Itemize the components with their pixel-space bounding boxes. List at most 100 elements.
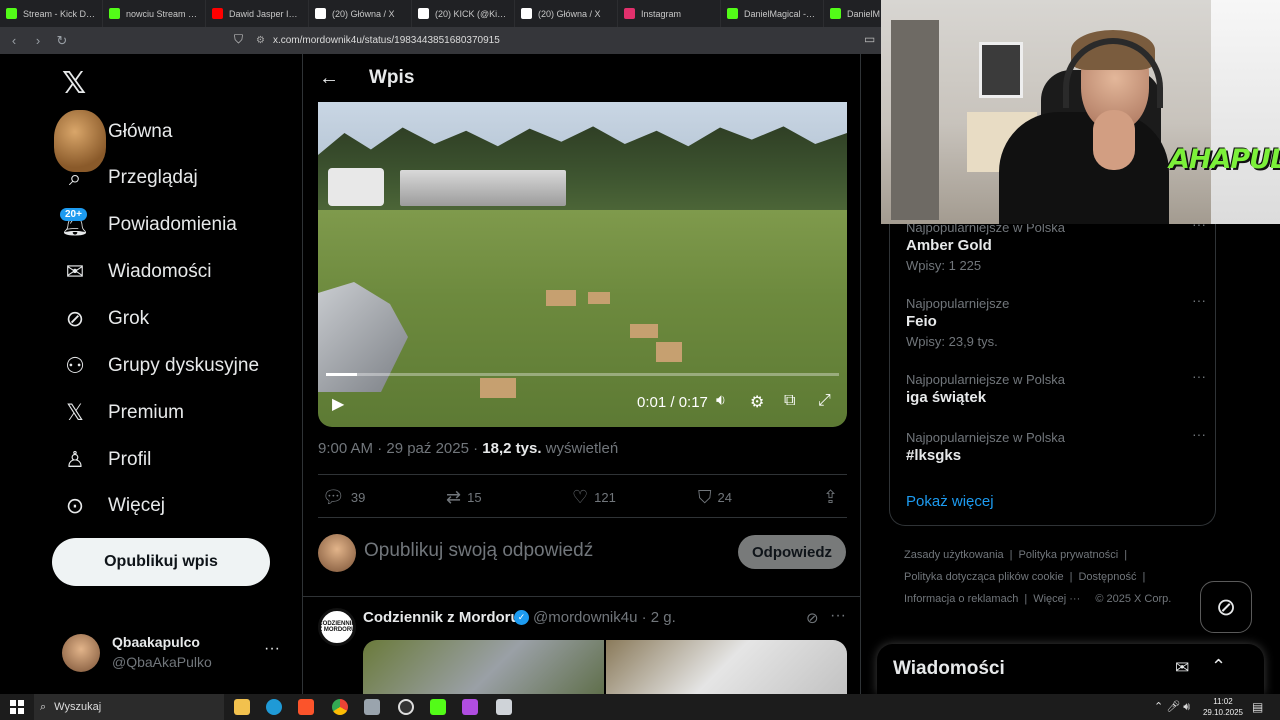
system-tray-icons[interactable]: ⌃ 🎤︎ 🔊︎	[1154, 700, 1190, 714]
browser-tab[interactable]: (20) Główna / X	[309, 0, 412, 27]
back-arrow-icon[interactable]: ←	[319, 67, 347, 90]
app-icon[interactable]	[462, 699, 478, 715]
nav-item-person[interactable]: ♙ Profil	[62, 440, 151, 480]
pip-icon[interactable]: ⧉	[784, 392, 795, 410]
nav-item-grok[interactable]: ⊘ Grok	[62, 299, 149, 339]
avatar[interactable]: CODZIENNIK Z MORDORU	[318, 608, 356, 646]
clock-time: 11:02	[1213, 697, 1233, 706]
reply-action[interactable]: 💬︎ 39	[322, 487, 365, 508]
grok-icon: ⊘	[65, 306, 85, 331]
separator: |	[1142, 571, 1146, 583]
reload-icon[interactable]: ↻	[52, 31, 72, 51]
x-logo-icon[interactable]: 𝕏	[62, 66, 86, 101]
more-icon[interactable]: ···	[830, 607, 846, 625]
windows-start-icon[interactable]	[10, 700, 24, 714]
kick-app-icon[interactable]	[430, 699, 446, 715]
video-controls: ▶ 0:01 / 0:17 🔉︎ ⚙ ⧉ ⤢	[318, 386, 847, 420]
browser-tab[interactable]: Stream - Kick Dashb	[0, 0, 103, 27]
post-author-name[interactable]: Codziennik z Mordoru	[363, 609, 520, 626]
bookmark-action[interactable]: ⛉ 24	[698, 487, 732, 508]
mail-icon: ✉	[65, 259, 85, 284]
bookmark-icon[interactable]: ⛉	[234, 32, 243, 47]
post-timestamp[interactable]: 9:00 AM · 29 paź 2025 ·	[318, 440, 482, 457]
settings-icon[interactable]: ⚙	[750, 392, 764, 412]
browser-tab[interactable]: (20) KICK (@KickStr	[412, 0, 515, 27]
grok-icon[interactable]: ⊘	[806, 609, 819, 627]
obs-icon[interactable]	[398, 699, 414, 715]
nav-item-mail[interactable]: ✉ Wiadomości	[62, 252, 212, 292]
nav-item-communities[interactable]: ⚇ Grupy dyskusyjne	[62, 346, 259, 386]
new-message-icon[interactable]: ✉	[1175, 658, 1189, 678]
site-info-icon[interactable]: ⚙	[256, 35, 265, 46]
like-action[interactable]: ♡ 121	[572, 487, 616, 508]
play-icon[interactable]: ▶	[332, 394, 344, 414]
streamer-body	[999, 112, 1169, 224]
nav-item-bell[interactable]: 🔔︎ Powiadomienia	[61, 205, 237, 245]
reply-input[interactable]: Opublikuj swoją odpowiedź	[364, 540, 593, 562]
messages-title: Wiadomości	[893, 658, 1005, 679]
account-switcher[interactable]: Qbaakapulco @QbaAkaPulko ···	[62, 632, 292, 676]
media-image	[363, 640, 604, 694]
share-action[interactable]: ⇪	[823, 487, 838, 508]
trend-item[interactable]: Najpopularniejsze w Polska iga świątek ···	[906, 368, 1206, 406]
nav-item-more-circle[interactable]: ⊙ Więcej	[62, 486, 165, 526]
brave-icon[interactable]	[298, 699, 314, 715]
nav-item-x-premium[interactable]: 𝕏 Premium	[62, 393, 184, 433]
nav-item-label: Profil	[108, 449, 152, 470]
forward-icon[interactable]: ›	[28, 31, 48, 51]
file-explorer-icon[interactable]	[234, 699, 250, 715]
more-icon[interactable]: ···	[1192, 292, 1206, 308]
taskbar-clock[interactable]: 11:02 29.10.2025	[1198, 696, 1248, 718]
trend-item[interactable]: Najpopularniejsze Feio Wpisy: 23,9 tys. ···	[906, 292, 1206, 349]
footer-more-link[interactable]: Więcej ···	[1033, 593, 1080, 605]
repost-action[interactable]: ⇄ 15	[446, 487, 482, 508]
chevron-up-icon[interactable]: ⌃	[1211, 656, 1226, 677]
reply-button[interactable]: Odpowiedz	[738, 535, 846, 569]
post-media[interactable]	[363, 640, 847, 694]
video-player[interactable]: ▶ 0:01 / 0:17 🔉︎ ⚙ ⧉ ⤢	[318, 102, 847, 427]
footer-terms-link[interactable]: Zasady użytkowania	[904, 549, 1004, 561]
tab-title: Dawid Jasper INTER	[229, 8, 302, 19]
more-icon[interactable]: ···	[264, 640, 280, 658]
back-icon[interactable]: ‹	[4, 31, 24, 51]
fullscreen-icon[interactable]: ⤢	[818, 392, 831, 410]
browser-tab[interactable]: nowciu Stream - Wa	[103, 0, 206, 27]
more-icon[interactable]: ···	[1192, 368, 1206, 384]
volume-icon[interactable]: 🔉︎	[716, 392, 726, 410]
footer-accessibility-link[interactable]: Dostępność	[1078, 571, 1136, 583]
view-count: 18,2 tys.	[482, 440, 542, 457]
trend-item[interactable]: Najpopularniejsze w Polska Amber Gold Wpis…	[906, 216, 1206, 273]
youtube-icon	[212, 8, 223, 19]
debris-box	[630, 324, 658, 338]
footer-privacy-link[interactable]: Polityka prywatności	[1019, 549, 1119, 561]
reply-post[interactable]: CODZIENNIK Z MORDORU Codziennik z Mordor…	[318, 606, 847, 694]
url-text: x.com/mordownik4u/status/198344385168037…	[272, 35, 500, 46]
grok-floating-button[interactable]: ⊘	[1200, 581, 1252, 633]
notification-center-icon[interactable]: ▤	[1252, 700, 1263, 714]
browser-tab[interactable]: (20) Główna / X	[515, 0, 618, 27]
reply-count: 39	[350, 490, 366, 505]
show-more-link[interactable]: Pokaż więcej	[906, 493, 994, 510]
taskbar-search[interactable]: ⌕ Wyszukaj	[34, 694, 224, 720]
footer-cookies-link[interactable]: Polityka dotycząca plików cookie	[904, 571, 1064, 583]
messages-drawer[interactable]: Wiadomości ✉ ⌃	[877, 644, 1264, 694]
app-icon[interactable]	[364, 699, 380, 715]
browser-tab[interactable]: DanielMagical - Wa	[721, 0, 824, 27]
tab-title: nowciu Stream - Wa	[126, 8, 199, 19]
publish-post-button[interactable]: Opublikuj wpis	[52, 538, 270, 586]
nav-item-label: Grok	[108, 308, 150, 329]
chrome-icon[interactable]	[332, 699, 348, 715]
browser-tab[interactable]: Dawid Jasper INTER	[206, 0, 309, 27]
more-icon[interactable]: ···	[1192, 426, 1206, 442]
footer-ads-link[interactable]: Informacja o reklamach	[904, 593, 1018, 605]
url-field[interactable]: ⚙ x.com/mordownik4u/status/1983443851680…	[256, 31, 886, 50]
video-progress-bar[interactable]	[326, 373, 839, 376]
post-author-handle[interactable]: @mordownik4u · 2 g.	[533, 609, 676, 626]
edge-icon[interactable]	[266, 699, 282, 715]
cast-icon[interactable]: ▭	[864, 32, 875, 46]
browser-tab[interactable]: Instagram	[618, 0, 721, 27]
search-icon: ⌕	[40, 700, 47, 713]
trend-item[interactable]: Najpopularniejsze w Polska #lksgks ···	[906, 426, 1206, 464]
divider	[303, 596, 860, 597]
shield-icon[interactable]	[496, 699, 512, 715]
